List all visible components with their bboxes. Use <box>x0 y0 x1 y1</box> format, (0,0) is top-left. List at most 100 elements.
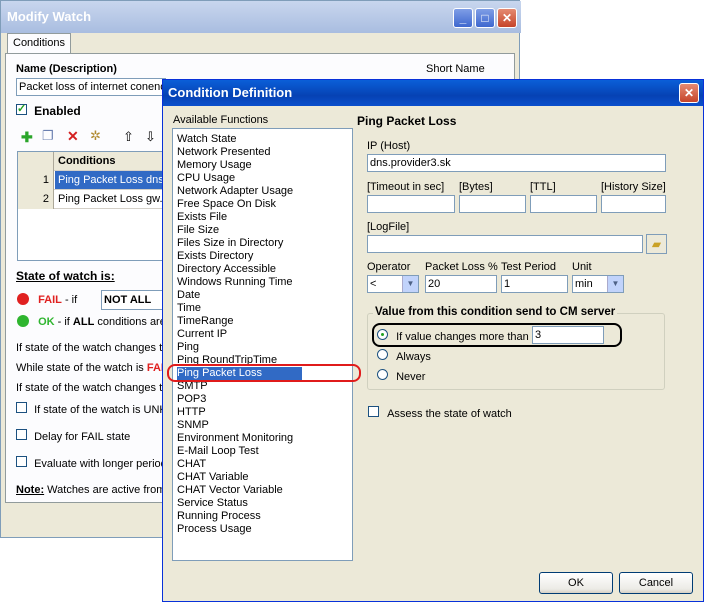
list-item[interactable]: Running Process <box>177 510 261 523</box>
list-item[interactable]: POP3 <box>177 393 206 406</box>
list-item[interactable]: Time <box>177 302 201 315</box>
enabled-label: Enabled <box>34 104 81 118</box>
ip-input[interactable]: dns.provider3.sk <box>367 154 666 172</box>
unit-label: Unit <box>572 261 592 273</box>
table-row[interactable]: 1 Ping Packet Loss dns. <box>18 171 167 190</box>
list-item[interactable]: Ping <box>177 341 199 354</box>
eval-checkbox[interactable]: Evaluate with longer period <box>16 456 167 470</box>
table-row[interactable]: 2 Ping Packet Loss gw.p <box>18 190 169 209</box>
list-item[interactable]: Environment Monitoring <box>177 432 293 445</box>
enabled-checkbox[interactable]: Enabled <box>16 102 81 118</box>
test-period-input[interactable]: 1 <box>501 275 568 293</box>
name-input[interactable]: Packet loss of internet conenc <box>16 78 166 96</box>
window-title: Modify Watch <box>7 9 92 24</box>
packet-loss-label: Packet Loss % <box>425 261 498 273</box>
grid-header-row: Conditions <box>18 152 166 171</box>
timeout-label: [Timeout in sec] <box>367 181 445 193</box>
operator-select[interactable]: < ▼ <box>367 275 419 293</box>
move-up-icon[interactable]: ⇧ <box>123 129 134 145</box>
list-item[interactable]: Watch State <box>177 133 237 146</box>
maximize-icon[interactable]: □ <box>475 8 495 28</box>
ip-label: IP (Host) <box>367 140 411 152</box>
note-body: Watches are active from <box>44 484 166 496</box>
test-period-label: Test Period <box>501 261 557 273</box>
copy-icon[interactable]: ❐ <box>42 128 54 144</box>
cancel-button[interactable]: Cancel <box>619 572 693 594</box>
settings-icon[interactable]: ✲ <box>90 128 101 144</box>
title-bar: Modify Watch _ □ ✕ <box>1 1 521 33</box>
list-item[interactable]: Windows Running Time <box>177 276 293 289</box>
checkbox-icon <box>368 406 379 417</box>
unit-value: min <box>575 278 593 290</box>
while-text-pre: While state of the watch is <box>16 362 147 374</box>
logfile-input[interactable] <box>367 235 643 253</box>
ok-status-icon <box>17 315 29 327</box>
list-item[interactable]: Network Presented <box>177 146 271 159</box>
ok-if-text: - if <box>54 316 73 328</box>
list-item[interactable]: TimeRange <box>177 315 233 328</box>
list-item[interactable]: CPU Usage <box>177 172 235 185</box>
list-item[interactable]: File Size <box>177 224 219 237</box>
add-icon[interactable]: ✚ <box>21 129 33 146</box>
list-item[interactable]: CHAT <box>177 458 206 471</box>
dialog-title-bar: Condition Definition ✕ <box>163 80 703 106</box>
move-down-icon[interactable]: ⇩ <box>145 129 156 145</box>
list-item[interactable]: Current IP <box>177 328 227 341</box>
dialog-title: Condition Definition <box>168 85 293 100</box>
close-icon[interactable]: ✕ <box>679 83 699 103</box>
functions-list[interactable]: Watch State Network Presented Memory Usage… <box>172 128 353 561</box>
list-item[interactable]: Files Size in Directory <box>177 237 283 250</box>
delete-icon[interactable]: ✕ <box>67 128 79 145</box>
ok-if-post: conditions are <box>94 316 166 328</box>
list-item[interactable]: Memory Usage <box>177 159 252 172</box>
state-label: State of watch is: <box>16 269 115 283</box>
condition-definition-dialog: Condition Definition ✕ Available Functio… <box>162 79 704 602</box>
fail-if-text: - if <box>61 294 78 306</box>
delay-checkbox[interactable]: Delay for FAIL state <box>16 429 130 443</box>
radio-icon <box>377 349 388 360</box>
minimize-icon[interactable]: _ <box>453 8 473 28</box>
list-item[interactable]: Free Space On Disk <box>177 198 276 211</box>
ttl-input[interactable] <box>530 195 597 213</box>
list-item[interactable]: Service Status <box>177 497 248 510</box>
list-item[interactable]: CHAT Vector Variable <box>177 484 283 497</box>
browse-folder-icon[interactable]: ▰ <box>646 234 667 254</box>
row-condition: Ping Packet Loss gw.p <box>58 193 169 205</box>
grid-header-conditions: Conditions <box>58 155 116 167</box>
changes-threshold-input[interactable]: 3 <box>532 326 604 344</box>
unk-checkbox[interactable]: If state of the watch is UNK <box>16 402 167 416</box>
checkbox-icon <box>16 402 27 413</box>
list-item[interactable]: HTTP <box>177 406 206 419</box>
ttl-label: [TTL] <box>530 181 556 193</box>
list-item[interactable]: Process Usage <box>177 523 252 536</box>
note-label: Note: <box>16 484 45 496</box>
radio-never[interactable]: Never <box>377 369 425 383</box>
list-item[interactable]: E-Mail Loop Test <box>177 445 259 458</box>
list-item[interactable]: Directory Accessible <box>177 263 276 276</box>
unit-select[interactable]: min ▼ <box>572 275 624 293</box>
list-item[interactable]: Network Adapter Usage <box>177 185 293 198</box>
ok-button[interactable]: OK <box>539 572 613 594</box>
conditions-grid: Conditions 1 Ping Packet Loss dns. 2 Pin… <box>17 151 169 261</box>
list-item[interactable]: SNMP <box>177 419 209 432</box>
tab-conditions[interactable]: Conditions <box>7 33 71 54</box>
packet-loss-input[interactable]: 20 <box>425 275 497 293</box>
list-item[interactable]: CHAT Variable <box>177 471 249 484</box>
radio-selected-icon <box>377 329 388 340</box>
chevron-down-icon: ▼ <box>402 276 418 292</box>
fail-condition-select[interactable]: NOT ALL <box>101 290 167 310</box>
timeout-input[interactable] <box>367 195 455 213</box>
logfile-label: [LogFile] <box>367 221 410 233</box>
list-item[interactable]: Exists Directory <box>177 250 253 263</box>
assess-checkbox[interactable]: Assess the state of watch <box>368 406 512 420</box>
list-item[interactable]: Exists File <box>177 211 227 224</box>
bytes-input[interactable] <box>459 195 526 213</box>
delay-label: Delay for FAIL state <box>34 431 131 443</box>
selection-annotation <box>167 364 361 382</box>
radio-changes[interactable]: If value changes more than <box>377 329 529 343</box>
row-condition: Ping Packet Loss dns. <box>55 171 167 189</box>
list-item[interactable]: Date <box>177 289 200 302</box>
history-input[interactable] <box>601 195 666 213</box>
radio-always[interactable]: Always <box>377 349 431 363</box>
close-icon[interactable]: ✕ <box>497 8 517 28</box>
